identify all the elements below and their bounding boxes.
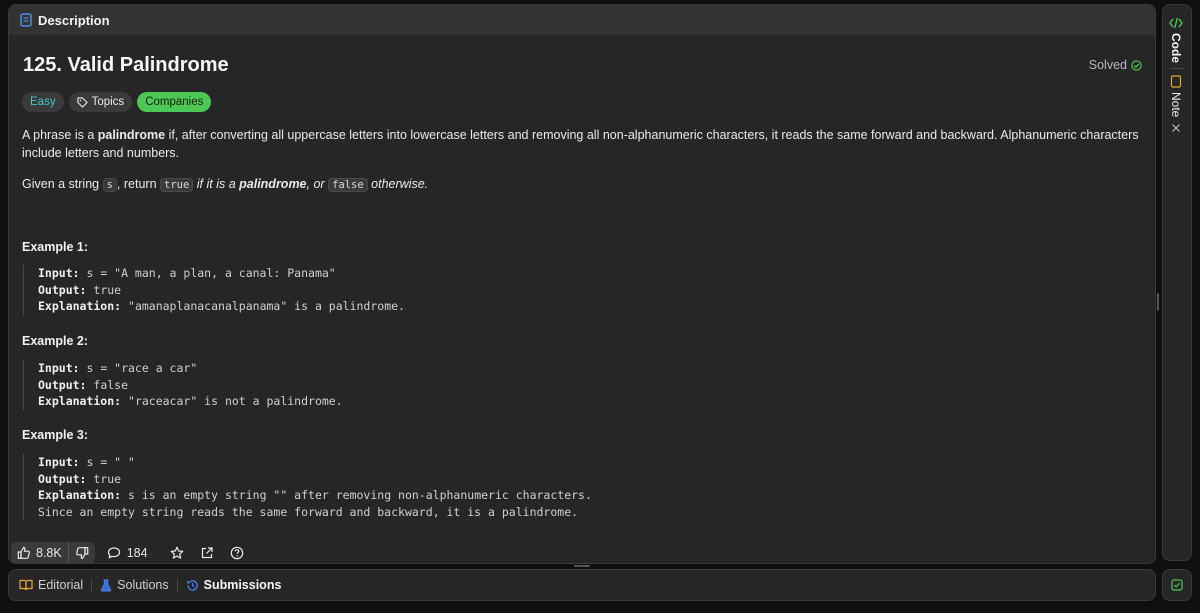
- tab-divider: [176, 579, 178, 591]
- example-1-output: true: [86, 282, 122, 297]
- like-dislike-group: 8.8K: [11, 542, 95, 563]
- example-2-block: Input: s = "race a car" Output: false Expl…: [23, 360, 343, 411]
- example-1-title: Example 1:: [22, 240, 89, 254]
- difficulty-badge: Easy: [22, 92, 64, 112]
- example-3-title: Example 3:: [22, 428, 89, 442]
- example-1-input: s = "A man, a plan, a canal: Panama": [79, 266, 336, 280]
- tab-solutions[interactable]: Solutions: [100, 578, 169, 592]
- side-tab-note[interactable]: Note: [1169, 75, 1183, 133]
- code-brackets-icon: [1169, 17, 1183, 29]
- panel-header: Description: [9, 5, 1155, 35]
- tab-editorial[interactable]: Editorial: [19, 578, 83, 592]
- help-button[interactable]: [230, 546, 244, 560]
- vertical-resize-handle[interactable]: [1157, 293, 1159, 311]
- desc2-text-b: , return: [116, 177, 160, 191]
- like-count: 8.8K: [36, 546, 62, 560]
- badge-row: Easy Topics Companies: [22, 92, 212, 112]
- desc2-italic-c: otherwise.: [367, 177, 429, 191]
- thumbs-down-icon: [75, 546, 89, 560]
- side-bottom-panel: [1162, 569, 1192, 601]
- desc2-italic-a: if it is a: [193, 177, 240, 191]
- tab-submissions[interactable]: Submissions: [186, 578, 282, 592]
- tab-submissions-label: Submissions: [203, 578, 282, 592]
- desc2-text-a: Given a string: [22, 177, 103, 191]
- action-footer: 8.8K 184: [11, 541, 244, 563]
- comment-icon: [107, 546, 121, 560]
- example-1-explanation: "amanaplanacanalpanama" is a palindrome.: [121, 299, 405, 314]
- example-1-input-label: Input:: [38, 266, 80, 280]
- example-2-explanation: "raceacar" is not a palindrome.: [121, 394, 343, 409]
- desc2-italic-b: , or: [306, 177, 329, 191]
- dislike-button[interactable]: [67, 542, 95, 563]
- example-3-input: s = " ": [79, 455, 135, 469]
- example-3-explanation-cont: Since an empty string reads the same for…: [38, 505, 579, 520]
- note-icon: [1170, 75, 1182, 88]
- horizontal-resize-handle[interactable]: [574, 565, 590, 567]
- collapsed-side-panel: Code Note: [1162, 4, 1192, 561]
- comment-count: 184: [126, 546, 148, 560]
- problem-title[interactable]: 125. Valid Palindrome: [23, 54, 229, 77]
- close-icon[interactable]: [1171, 123, 1181, 133]
- topics-label: Topics: [91, 96, 125, 108]
- book-icon: [19, 579, 33, 591]
- favorite-button[interactable]: [170, 546, 184, 560]
- topics-button[interactable]: Topics: [68, 92, 133, 112]
- document-icon: [20, 13, 32, 27]
- history-icon: [186, 579, 199, 592]
- inline-code-false: false: [328, 178, 368, 192]
- example-2-explanation-label: Explanation:: [38, 394, 122, 409]
- example-2-title: Example 2:: [22, 334, 89, 348]
- example-1-explanation-label: Explanation:: [38, 299, 122, 314]
- share-external-icon: [200, 546, 214, 560]
- example-3-explanation-label: Explanation:: [38, 488, 122, 503]
- example-3-input-label: Input:: [38, 455, 80, 469]
- tab-editorial-label: Editorial: [38, 578, 84, 592]
- desc1-text-b: if, after converting all uppercase lette…: [22, 128, 1139, 160]
- inline-code-true: true: [160, 178, 194, 192]
- tag-icon: [76, 96, 88, 108]
- example-3-block: Input: s = " " Output: true Explanation: s…: [23, 454, 592, 521]
- example-3-output: true: [86, 471, 122, 486]
- example-3-explanation: s is an empty string "" after removing n…: [121, 488, 592, 503]
- title-row: 125. Valid Palindrome Solved: [22, 54, 1142, 78]
- tab-solutions-label: Solutions: [117, 578, 169, 592]
- side-tab-code-label: Code: [1169, 33, 1183, 63]
- example-2-input: s = "race a car": [79, 361, 198, 375]
- desc2-bold-palindrome: palindrome: [239, 177, 307, 191]
- description-paragraph-1: A phrase is a palindrome if, after conve…: [22, 126, 1142, 162]
- side-tab-note-label: Note: [1169, 92, 1183, 118]
- description-paragraph-2: Given a string s, return true if it is a…: [22, 175, 1142, 194]
- example-2-input-label: Input:: [38, 361, 80, 375]
- companies-button[interactable]: Companies: [137, 92, 212, 112]
- tab-divider: [91, 579, 93, 591]
- flask-icon: [100, 578, 112, 592]
- testcase-icon[interactable]: [1171, 579, 1183, 591]
- description-panel: Description 125. Valid Palindrome Solved…: [8, 4, 1156, 564]
- check-circle-icon: [1131, 59, 1142, 71]
- side-divider: [1171, 68, 1183, 69]
- share-button[interactable]: [200, 546, 214, 560]
- comments-button[interactable]: 184: [107, 546, 148, 560]
- like-button[interactable]: 8.8K: [11, 542, 68, 563]
- star-icon: [170, 546, 184, 560]
- example-2-output: false: [86, 377, 129, 392]
- solved-label: Solved: [1088, 58, 1127, 72]
- example-2-output-label: Output:: [38, 377, 87, 392]
- example-3-output-label: Output:: [38, 471, 87, 486]
- solved-status: Solved: [1089, 58, 1142, 72]
- thumbs-up-icon: [17, 546, 31, 560]
- tab-description[interactable]: Description: [38, 13, 110, 28]
- inline-code-s: s: [102, 178, 117, 192]
- example-1-output-label: Output:: [38, 282, 87, 297]
- bottom-tab-bar: Editorial Solutions Submissions: [8, 569, 1156, 601]
- question-circle-icon: [230, 546, 244, 560]
- side-tab-code[interactable]: Code: [1169, 17, 1183, 63]
- desc1-text-a: A phrase is a: [22, 128, 98, 142]
- example-1-block: Input: s = "A man, a plan, a canal: Pana…: [23, 265, 405, 316]
- desc1-bold-palindrome: palindrome: [97, 128, 166, 142]
